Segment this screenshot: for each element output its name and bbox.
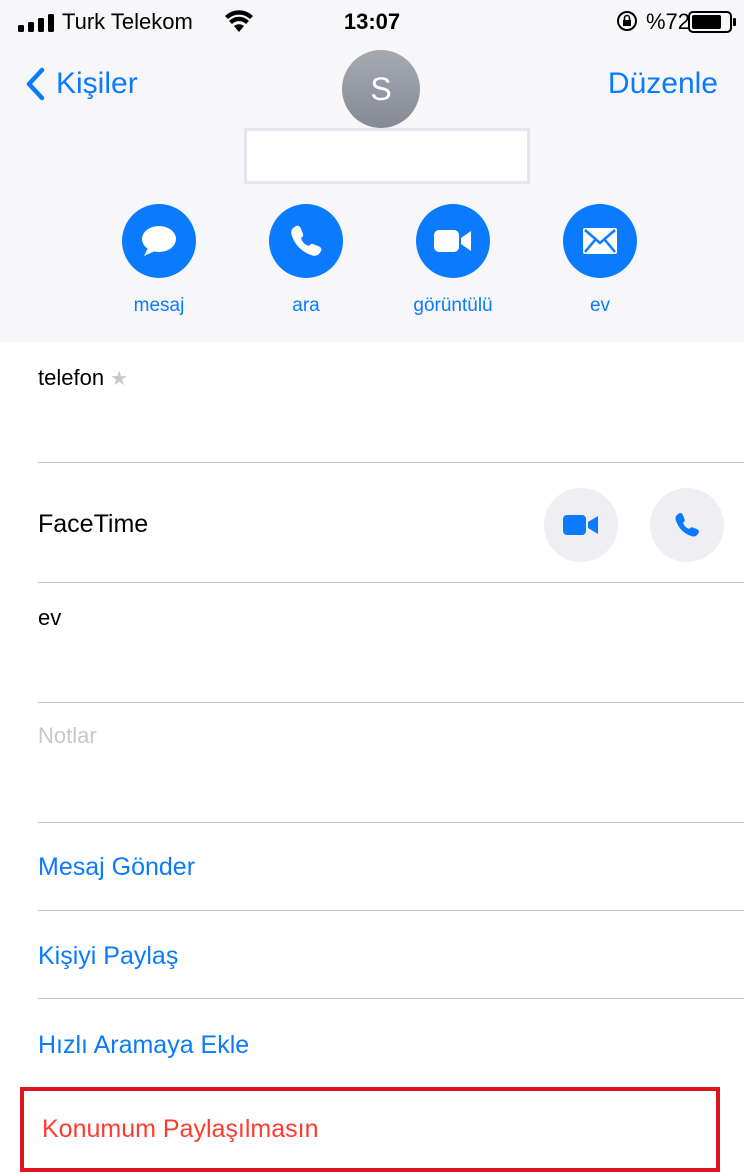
stop-sharing-location-link[interactable]: Konumum Paylaşılmasın — [42, 1113, 319, 1145]
edit-button[interactable]: Düzenle — [608, 62, 718, 106]
home-field-label: ev — [38, 605, 62, 630]
phone-field-label: telefon ★ — [38, 364, 128, 393]
call-action-label: ara — [292, 295, 320, 316]
divider — [38, 998, 744, 999]
add-to-favorites-link[interactable]: Hızlı Aramaya Ekle — [38, 1029, 249, 1061]
highlight-box: Konumum Paylaşılmasın — [20, 1087, 720, 1172]
mail-action-button[interactable]: ev — [545, 204, 655, 318]
call-action-button[interactable]: ara — [251, 204, 361, 318]
video-camera-icon — [563, 515, 598, 535]
envelope-icon — [563, 204, 637, 278]
facetime-video-button[interactable] — [544, 488, 618, 562]
battery-icon — [688, 11, 736, 33]
share-contact-link[interactable]: Kişiyi Paylaş — [38, 940, 178, 972]
phone-icon — [269, 204, 343, 278]
facetime-label: FaceTime — [38, 510, 149, 538]
message-action-label: mesaj — [133, 295, 185, 316]
divider — [38, 910, 744, 911]
star-icon: ★ — [110, 368, 128, 390]
phone-label-text: telefon — [38, 365, 105, 390]
back-button[interactable]: Kişiler — [24, 62, 138, 106]
message-action-button[interactable]: mesaj — [104, 204, 214, 318]
contact-name-box — [244, 128, 530, 184]
video-action-label: görüntülü — [413, 295, 493, 316]
phone-icon — [675, 513, 699, 537]
status-bar: Turk Telekom 13:07 %72 — [0, 0, 744, 44]
avatar: S — [342, 50, 420, 128]
orientation-lock-icon — [617, 11, 637, 31]
send-message-link[interactable]: Mesaj Gönder — [38, 851, 195, 883]
facetime-audio-button[interactable] — [650, 488, 724, 562]
message-bubble-icon — [122, 204, 196, 278]
divider — [38, 822, 744, 823]
mail-action-label: ev — [589, 295, 611, 316]
video-action-button[interactable]: görüntülü — [398, 204, 508, 318]
back-label: Kişiler — [56, 67, 138, 100]
battery-percent: %72 — [646, 9, 691, 34]
divider — [38, 702, 744, 703]
divider — [38, 462, 744, 463]
notes-field[interactable]: Notlar — [38, 722, 97, 750]
chevron-left-icon — [26, 67, 45, 101]
divider — [38, 582, 744, 583]
video-camera-icon — [416, 204, 490, 278]
